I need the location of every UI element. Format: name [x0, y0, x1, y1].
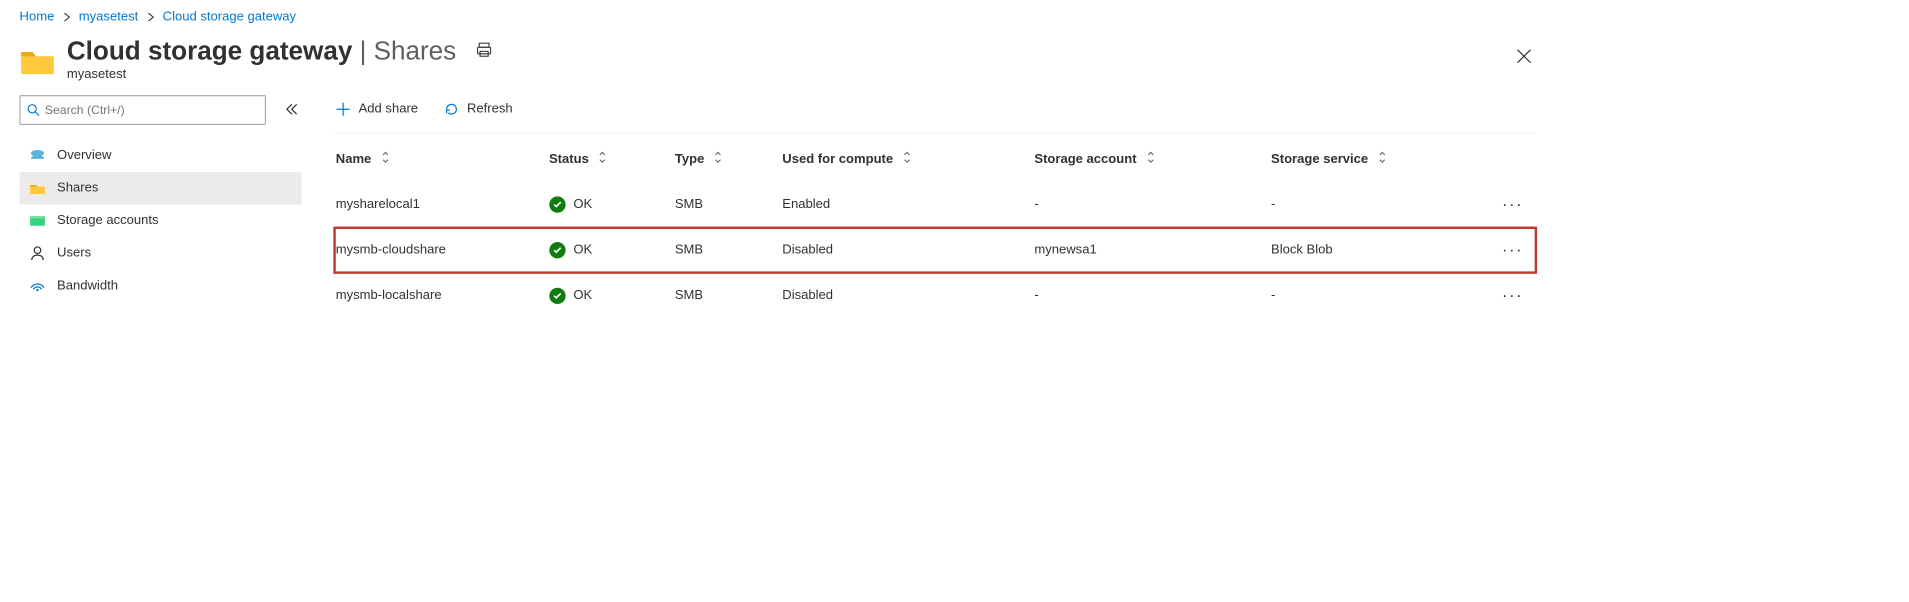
col-name[interactable]: Name	[334, 137, 547, 182]
sort-icon	[1145, 152, 1158, 163]
cell-status: OK	[549, 242, 665, 258]
sort-icon	[597, 152, 610, 163]
close-button[interactable]	[1512, 44, 1536, 71]
sidebar-item-overview[interactable]: Overview	[20, 139, 302, 172]
table-row[interactable]: mysharelocal1OKSMBEnabled--···	[334, 182, 1536, 228]
col-service[interactable]: Storage service	[1269, 137, 1497, 182]
add-share-button[interactable]: Add share	[334, 99, 420, 120]
close-icon	[1517, 49, 1532, 64]
status-ok-icon	[549, 196, 565, 212]
toolbar: Add share Refresh	[334, 95, 1536, 133]
chevron-right-icon	[63, 13, 71, 21]
sidebar-item-label: Storage accounts	[57, 214, 158, 229]
cell-status: OK	[549, 196, 665, 212]
sidebar-item-label: Users	[57, 246, 91, 261]
cell-compute: Enabled	[781, 182, 1033, 228]
resource-name: myasetest	[67, 68, 1501, 83]
shares-icon	[29, 180, 45, 196]
add-share-label: Add share	[359, 102, 418, 117]
breadcrumb-device[interactable]: myasetest	[79, 10, 138, 25]
cell-service: Block Blob	[1269, 227, 1497, 273]
col-type[interactable]: Type	[673, 137, 780, 182]
status-ok-icon	[549, 288, 565, 304]
cell-status: OK	[549, 288, 665, 304]
breadcrumb: Home myasetest Cloud storage gateway	[0, 0, 1556, 31]
chevron-left-double-icon	[285, 102, 298, 115]
cell-account: -	[1033, 273, 1270, 319]
shares-table: Name Status Type Used for compute Storag…	[334, 137, 1536, 319]
cell-account: -	[1033, 182, 1270, 228]
search-icon	[27, 104, 40, 117]
cell-service: -	[1269, 273, 1497, 319]
bandwidth-icon	[29, 278, 45, 294]
col-account[interactable]: Storage account	[1033, 137, 1270, 182]
row-more-button[interactable]: ···	[1499, 193, 1527, 216]
refresh-label: Refresh	[467, 102, 513, 117]
breadcrumb-home[interactable]: Home	[20, 10, 55, 25]
sidebar-item-users[interactable]: Users	[20, 237, 302, 270]
cell-name: mysmb-cloudshare	[334, 227, 547, 273]
chevron-right-icon	[146, 13, 154, 21]
sidebar-item-storage[interactable]: Storage accounts	[20, 205, 302, 238]
sidebar-item-label: Bandwidth	[57, 279, 118, 294]
plus-icon	[336, 102, 351, 117]
cell-type: SMB	[673, 273, 780, 319]
sort-icon	[1376, 152, 1389, 163]
sidebar-item-label: Shares	[57, 181, 98, 196]
print-icon	[476, 42, 492, 58]
cell-service: -	[1269, 182, 1497, 228]
overview-icon	[29, 148, 45, 164]
print-button[interactable]	[471, 37, 497, 66]
sidebar-item-bandwidth[interactable]: Bandwidth	[20, 270, 302, 303]
cell-account: mynewsa1	[1033, 227, 1270, 273]
cell-compute: Disabled	[781, 227, 1033, 273]
search-box[interactable]	[20, 95, 266, 124]
sort-icon	[901, 152, 914, 163]
row-more-button[interactable]: ···	[1499, 239, 1527, 262]
cell-compute: Disabled	[781, 273, 1033, 319]
sidebar-item-label: Overview	[57, 148, 111, 163]
sort-icon	[379, 152, 392, 163]
col-compute[interactable]: Used for compute	[781, 137, 1033, 182]
col-status[interactable]: Status	[547, 137, 673, 182]
cell-name: mysharelocal1	[334, 182, 547, 228]
folder-icon	[20, 44, 56, 80]
sidebar: Overview Shares Storage accounts Users Bandw…	[0, 95, 311, 318]
cell-type: SMB	[673, 227, 780, 273]
sort-icon	[712, 152, 725, 163]
cell-type: SMB	[673, 182, 780, 228]
table-row[interactable]: mysmb-localshareOKSMBDisabled--···	[334, 273, 1536, 319]
main-panel: Add share Refresh Name Status Type Used …	[311, 95, 1556, 318]
page-header: Cloud storage gateway | Shares myasetest	[0, 31, 1556, 95]
page-title: Cloud storage gateway | Shares	[67, 36, 456, 66]
cell-name: mysmb-localshare	[334, 273, 547, 319]
refresh-icon	[444, 102, 459, 117]
storage-icon	[29, 213, 45, 229]
search-input[interactable]	[40, 100, 258, 120]
collapse-sidebar-button[interactable]	[282, 99, 302, 121]
sidebar-item-shares[interactable]: Shares	[20, 172, 302, 205]
breadcrumb-page[interactable]: Cloud storage gateway	[163, 10, 296, 25]
table-row[interactable]: mysmb-cloudshareOK SMBDisabledmynewsa1Blo…	[334, 227, 1536, 273]
row-more-button[interactable]: ···	[1499, 284, 1527, 307]
users-icon	[29, 245, 45, 261]
refresh-button[interactable]: Refresh	[442, 99, 514, 120]
status-ok-icon	[549, 242, 565, 258]
